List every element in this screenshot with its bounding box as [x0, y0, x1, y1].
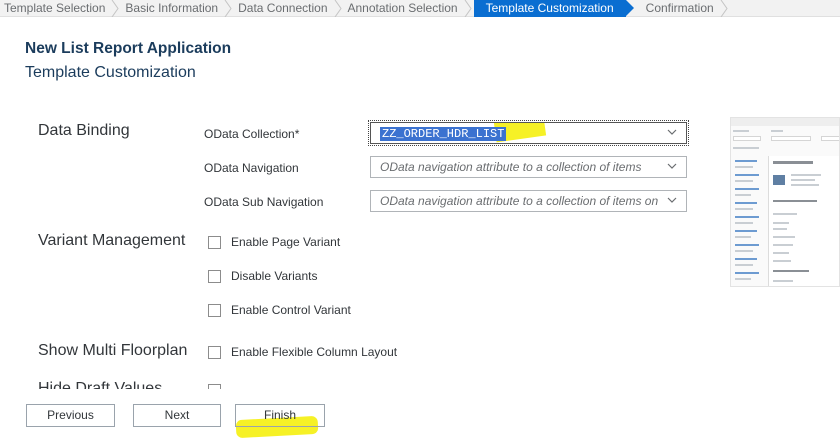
hide-draft-values-checkbox[interactable]: [208, 384, 221, 389]
next-button[interactable]: Next: [133, 404, 221, 427]
step-data-connection[interactable]: Data Connection: [230, 0, 342, 17]
odata-collection-value: ZZ_ORDER_HDR_LIST: [380, 127, 507, 141]
step-template-selection[interactable]: Template Selection: [0, 0, 120, 17]
step-label: Template Customization: [485, 0, 614, 15]
chevron-right-icon: [464, 0, 472, 17]
step-label: Data Connection: [238, 0, 328, 15]
data-binding-label: Data Binding: [38, 122, 130, 139]
odata-navigation-select[interactable]: OData navigation attribute to a collecti…: [370, 156, 687, 178]
variant-management-label: Variant Management: [38, 232, 186, 249]
checkbox-label: Enable Page Variant: [231, 235, 341, 249]
app-title: New List Report Application: [25, 40, 232, 57]
chevron-down-icon: [667, 197, 677, 203]
enable-control-variant-checkbox[interactable]: Enable Control Variant: [208, 303, 351, 317]
odata-navigation-placeholder: OData navigation attribute to a collecti…: [380, 160, 642, 174]
chevron-right-icon: [720, 0, 728, 17]
enable-page-variant-checkbox[interactable]: Enable Page Variant: [208, 235, 340, 249]
checkbox-label: Disable Variants: [231, 269, 318, 283]
step-label: Basic Information: [125, 0, 219, 15]
odata-collection-select[interactable]: ZZ_ORDER_HDR_LIST: [368, 120, 689, 146]
template-preview-thumbnail: [730, 117, 840, 287]
odata-collection-label: OData Collection*: [204, 127, 300, 141]
product-image-icon: [773, 175, 785, 185]
checkbox-box[interactable]: [208, 345, 221, 359]
step-label: Confirmation: [645, 0, 714, 15]
chevron-down-icon: [667, 129, 677, 135]
checkbox-box[interactable]: [208, 235, 221, 249]
hide-draft-values-label: Hide Draft Values: [38, 380, 163, 389]
odata-navigation-label: OData Navigation: [204, 161, 299, 175]
step-label: Template Selection: [4, 0, 106, 15]
section-title: Template Customization: [25, 64, 196, 81]
step-annotation-selection[interactable]: Annotation Selection: [340, 0, 472, 17]
checkbox-label: Enable Flexible Column Layout: [231, 345, 398, 359]
step-template-customization[interactable]: Template Customization: [473, 0, 634, 17]
checkbox-label: Enable Control Variant: [231, 303, 351, 317]
odata-sub-navigation-placeholder: OData navigation attribute to a collecti…: [380, 194, 660, 208]
chevron-down-icon: [667, 163, 677, 169]
previous-button[interactable]: Previous: [26, 404, 115, 427]
step-basic-information[interactable]: Basic Information: [117, 0, 232, 17]
enable-flexible-column-layout-checkbox[interactable]: Enable Flexible Column Layout: [208, 345, 397, 359]
disable-variants-checkbox[interactable]: Disable Variants: [208, 269, 317, 283]
checkbox-box[interactable]: [208, 303, 221, 317]
odata-sub-navigation-select[interactable]: OData navigation attribute to a collecti…: [370, 190, 687, 212]
odata-sub-navigation-label: OData Sub Navigation: [204, 195, 324, 209]
step-confirmation[interactable]: Confirmation: [626, 0, 728, 17]
wizard-page: Template Selection Basic Information Dat…: [0, 0, 840, 440]
wizard-steps: Template Selection Basic Information Dat…: [0, 0, 840, 17]
step-label: Annotation Selection: [347, 0, 458, 15]
multi-floorplan-label: Show Multi Floorplan: [38, 342, 188, 359]
finish-button[interactable]: Finish: [235, 404, 325, 427]
checkbox-box[interactable]: [208, 269, 221, 283]
